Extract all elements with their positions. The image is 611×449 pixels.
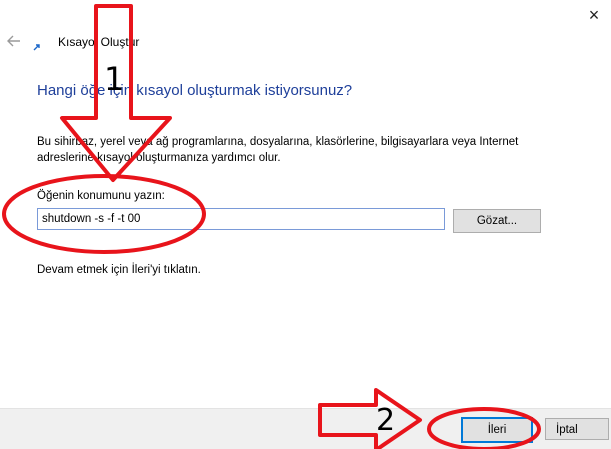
cancel-button[interactable]: İptal xyxy=(545,418,609,440)
continue-hint: Devam etmek için İleri'yi tıklatın. xyxy=(37,264,201,276)
main-instruction: Hangi öğe için kısayol oluşturmak istiyo… xyxy=(37,82,353,99)
annotation-step-1: 1 xyxy=(104,60,125,98)
annotation-step-2: 2 xyxy=(376,403,396,438)
location-label: Öğenin konumunu yazın: xyxy=(37,190,165,202)
shortcut-wizard-window: × Kısayol Oluştur Hangi öğe için kısayol… xyxy=(0,0,611,449)
back-arrow-icon[interactable] xyxy=(6,33,22,49)
back-arrow-icon-graphic xyxy=(7,35,20,47)
browse-button[interactable]: Gözat... xyxy=(453,209,541,233)
close-icon[interactable]: × xyxy=(583,4,605,26)
shortcut-icon xyxy=(33,38,41,51)
wizard-description: Bu sihirbaz, yerel veya ağ programlarına… xyxy=(37,136,519,164)
window-title: Kısayol Oluştur xyxy=(58,35,140,49)
next-button[interactable]: İleri xyxy=(461,417,533,443)
location-input[interactable] xyxy=(37,208,445,230)
